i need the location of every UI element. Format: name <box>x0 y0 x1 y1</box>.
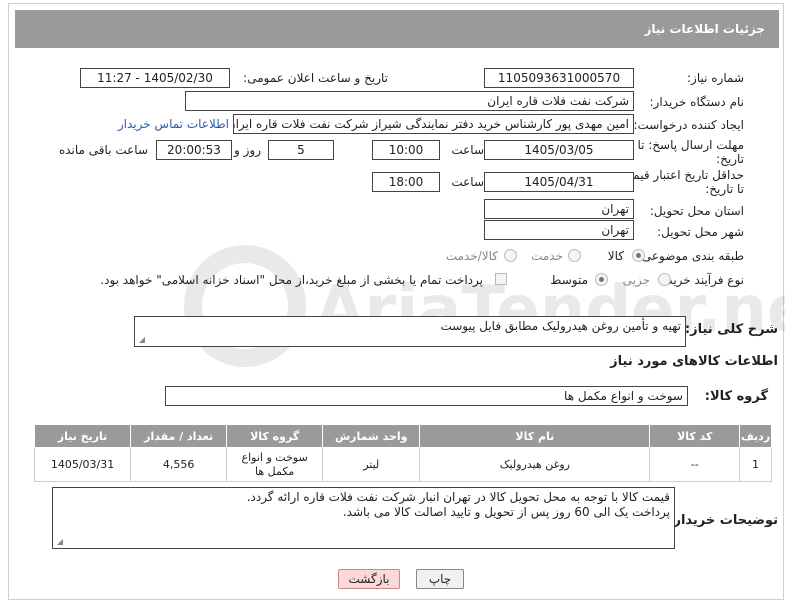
description-textarea: تهیه و تأمین روغن هیدرولیک مطابق فایل پی… <box>134 316 686 347</box>
need-number-label: شماره نیاز: <box>687 71 744 85</box>
reply-deadline-label-1: مهلت ارسال پاسخ: تا <box>637 138 744 152</box>
description-label: شرح کلی نیاز: <box>684 322 778 337</box>
announce-datetime-field: 1405/02/30 - 11:27 <box>80 68 230 88</box>
col-item-name: نام کالا <box>419 424 651 448</box>
goods-group-field: سوخت و انواع مکمل ها <box>165 386 688 406</box>
goods-section-title: اطلاعات کالاهای مورد نیاز <box>610 354 778 369</box>
resize-grip-icon[interactable]: ◢ <box>137 336 145 344</box>
delivery-province-label: استان محل تحویل: <box>649 204 744 218</box>
time-remaining-field: 20:00:53 <box>156 140 232 160</box>
resize-grip-icon[interactable]: ◢ <box>55 538 63 546</box>
requester-label: ایجاد کننده درخواست: <box>633 118 744 132</box>
days-remaining-field: 5 <box>268 140 334 160</box>
col-row-number: ردیف <box>739 424 772 448</box>
purchase-radio-medium[interactable] <box>595 273 608 286</box>
days-label: روز و <box>234 143 261 157</box>
cell-row-number: 1 <box>739 447 772 482</box>
price-validity-label-2: تا تاریخ: <box>705 182 744 196</box>
purchase-option-minor: جزیی <box>622 273 650 287</box>
cell-quantity: 4,556 <box>130 447 228 482</box>
category-radio-service[interactable] <box>568 249 581 262</box>
buyer-notes-textarea: قیمت کالا با توجه به محل تحویل کالا در ت… <box>52 487 675 549</box>
col-item-group: گروه کالا <box>226 424 324 448</box>
col-item-code: کد کالا <box>649 424 741 448</box>
category-option-goods: کالا <box>607 249 624 263</box>
delivery-city-label: شهر محل تحویل: <box>657 225 744 239</box>
delivery-city-field: تهران <box>484 220 634 240</box>
reply-deadline-time: 10:00 <box>372 140 440 160</box>
buyer-org-field: شرکت نفت فلات قاره ایران <box>185 91 634 111</box>
col-need-date: تاریخ نیاز <box>33 424 132 448</box>
purchase-type-label: نوع فرآیند خرید : <box>659 273 744 287</box>
panel-header: جزئیات اطلاعات نیاز <box>15 10 779 48</box>
cell-item-code: -- <box>649 447 741 482</box>
reply-deadline-label-2: تاریخ: <box>716 152 744 166</box>
panel-title: جزئیات اطلاعات نیاز <box>644 22 765 36</box>
delivery-province-field: تهران <box>484 199 634 219</box>
buyer-notes-line-2: پرداخت یک الی 60 روز پس از تحویل و تایید… <box>342 505 670 519</box>
items-table: ردیف کد کالا نام کالا واحد شمارش گروه کا… <box>33 424 772 482</box>
cell-need-date: 1405/03/31 <box>33 447 132 482</box>
back-button[interactable]: بازگشت <box>338 569 400 589</box>
category-radio-goods-service[interactable] <box>504 249 517 262</box>
buyer-notes-label: توضیحات خریدار: <box>668 513 778 528</box>
goods-group-label: گروه کالا: <box>704 389 768 404</box>
treasury-payment-note: پرداخت تمام یا بخشی از مبلغ خرید،از محل … <box>100 273 483 287</box>
price-validity-time: 18:00 <box>372 172 440 192</box>
treasury-payment-checkbox[interactable] <box>495 273 507 285</box>
purchase-option-medium: متوسط <box>550 273 588 287</box>
category-option-service: خدمت <box>531 249 563 263</box>
cell-unit: لیتر <box>322 447 421 482</box>
table-row: 1 -- روغن هیدرولیک لیتر سوخت و انواع مکم… <box>33 447 772 482</box>
buyer-org-label: نام دستگاه خریدار: <box>649 95 745 109</box>
purchase-radio-minor[interactable] <box>658 273 671 286</box>
price-validity-label-1: حداقل تاریخ اعتبار قیمت: <box>617 168 744 182</box>
need-number-field: 1105093631000570 <box>484 68 634 88</box>
category-radio-goods[interactable] <box>632 249 645 262</box>
category-label: طبقه بندی موضوعی: <box>637 249 744 263</box>
cell-item-group: سوخت و انواع مکمل ها <box>226 447 324 482</box>
buyer-notes-line-1: قیمت کالا با توجه به محل تحویل کالا در ت… <box>246 490 670 504</box>
buyer-contact-link[interactable]: اطلاعات تماس خریدار <box>118 117 229 131</box>
category-option-goods-service: کالا/خدمت <box>445 249 498 263</box>
description-text: تهیه و تأمین روغن هیدرولیک مطابق فایل پی… <box>440 319 681 333</box>
col-unit: واحد شمارش <box>322 424 421 448</box>
reply-time-label: ساعت <box>451 143 484 157</box>
price-validity-date: 1405/04/31 <box>484 172 634 192</box>
time-remaining-label: ساعت باقی مانده <box>58 143 148 157</box>
price-time-label: ساعت <box>451 175 484 189</box>
reply-deadline-date: 1405/03/05 <box>484 140 634 160</box>
table-header-row: ردیف کد کالا نام کالا واحد شمارش گروه کا… <box>33 424 772 448</box>
announce-datetime-label: تاریخ و ساعت اعلان عمومی: <box>243 71 388 85</box>
col-quantity: تعداد / مقدار <box>130 424 228 448</box>
requester-field: امین مهدی پور کارشناس خرید دفتر نمایندگی… <box>233 114 634 134</box>
print-button[interactable]: چاپ <box>416 569 464 589</box>
cell-item-name: روغن هیدرولیک <box>419 447 651 482</box>
